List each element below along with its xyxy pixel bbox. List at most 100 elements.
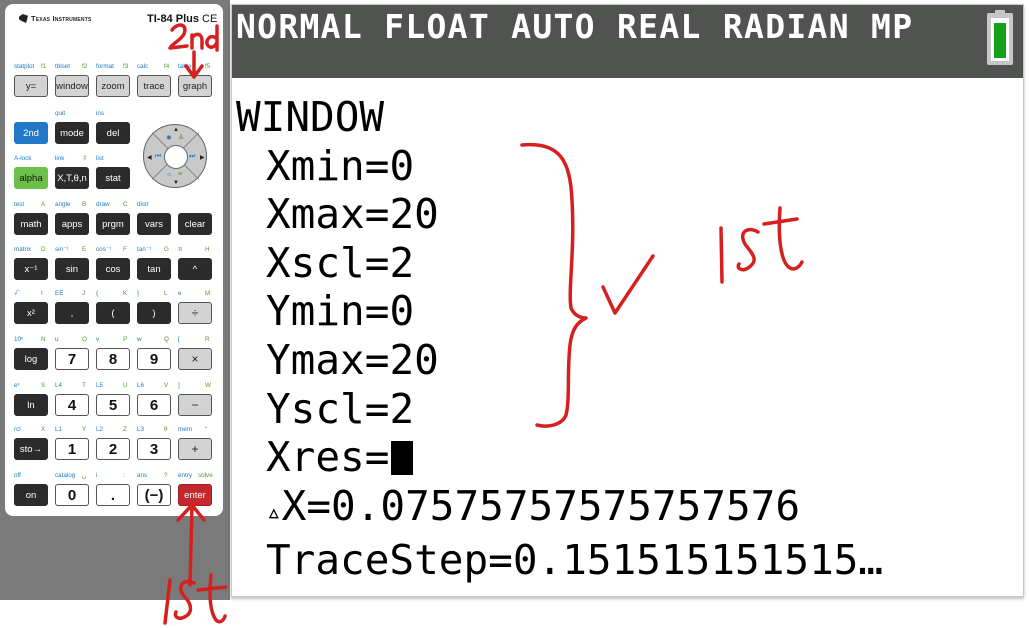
key-x[interactable]: x⁻¹ bbox=[14, 258, 48, 280]
dpad-right-icon[interactable]: ▶ bbox=[200, 154, 205, 161]
key-tan[interactable]: tan bbox=[137, 258, 171, 280]
key-4[interactable]: 4 bbox=[55, 394, 89, 416]
second-function-label: { bbox=[96, 290, 99, 297]
key-sym6-4[interactable]: × bbox=[178, 348, 212, 370]
key-5[interactable]: 5 bbox=[96, 394, 130, 416]
trace-step-value: 0.151515151515… bbox=[512, 536, 884, 585]
second-function-label: draw bbox=[96, 201, 110, 208]
dpad-down-icon[interactable]: ▼ bbox=[173, 180, 179, 186]
second-function-label: L6 bbox=[137, 382, 145, 389]
key-graph[interactable]: graph bbox=[178, 75, 212, 97]
key-sym5-3[interactable]: ) bbox=[137, 302, 171, 324]
key-zoom[interactable]: zoom bbox=[96, 75, 130, 97]
key-x[interactable]: x² bbox=[14, 302, 48, 324]
alpha-function-label: G bbox=[164, 246, 169, 253]
setting-value[interactable]: 0 bbox=[389, 287, 414, 335]
brand: Texas Instruments bbox=[19, 14, 92, 23]
setting-name: Ymax bbox=[266, 335, 365, 384]
key-sym8-4[interactable]: + bbox=[178, 438, 212, 460]
key-prgm[interactable]: prgm bbox=[96, 213, 130, 235]
alpha-function-label: V bbox=[164, 382, 169, 389]
setting-row-xscl[interactable]: Xscl=2 bbox=[236, 239, 883, 288]
alpha-function-label: ␣ bbox=[82, 472, 86, 479]
second-function-label: L2 bbox=[96, 426, 104, 433]
key-on[interactable]: on bbox=[14, 484, 48, 506]
key-sym5-1[interactable]: , bbox=[55, 302, 89, 324]
key-mode[interactable]: mode bbox=[55, 122, 89, 144]
second-function-label: rcl bbox=[14, 426, 21, 433]
second-function-label: u bbox=[55, 336, 59, 343]
setting-row-xres[interactable]: Xres= bbox=[236, 433, 883, 482]
alpha-function-label: ? bbox=[164, 472, 168, 479]
key-vars[interactable]: vars bbox=[137, 213, 171, 235]
dpad-up-icon[interactable]: ▲ bbox=[173, 127, 179, 133]
delta-icon: ▵ bbox=[266, 496, 282, 527]
second-function-label: ] bbox=[178, 382, 180, 389]
key-alpha[interactable]: alpha bbox=[14, 167, 48, 189]
setting-row-xmax[interactable]: Xmax=20 bbox=[236, 190, 883, 239]
setting-value[interactable]: 2 bbox=[389, 239, 414, 287]
setting-value[interactable]: 20 bbox=[389, 336, 438, 384]
alpha-function-label: U bbox=[123, 382, 128, 389]
alpha-function-label: X bbox=[41, 426, 46, 433]
second-function-label: sin⁻¹ bbox=[55, 246, 69, 253]
key-1[interactable]: 1 bbox=[55, 438, 89, 460]
setting-row-xmin[interactable]: Xmin=0 bbox=[236, 142, 883, 191]
delta-x-label: X= bbox=[281, 481, 332, 530]
key-trace[interactable]: trace bbox=[137, 75, 171, 97]
setting-row-yscl[interactable]: Yscl=2 bbox=[236, 385, 883, 434]
key-apps[interactable]: apps bbox=[55, 213, 89, 235]
key-stat[interactable]: stat bbox=[96, 167, 130, 189]
key-2nd[interactable]: 2nd bbox=[14, 122, 48, 144]
key-log[interactable]: log bbox=[14, 348, 48, 370]
key-0[interactable]: 0 bbox=[55, 484, 89, 506]
second-function-label: catalog bbox=[55, 472, 76, 479]
key-sym5-2[interactable]: ( bbox=[96, 302, 130, 324]
key-7[interactable]: 7 bbox=[55, 348, 89, 370]
key-y[interactable]: y= bbox=[14, 75, 48, 97]
brand-name: Texas Instruments bbox=[31, 14, 92, 23]
second-function-label: L5 bbox=[96, 382, 104, 389]
key-del[interactable]: del bbox=[96, 122, 130, 144]
key-6[interactable]: 6 bbox=[137, 394, 171, 416]
dpad-left-icon[interactable]: ◀ bbox=[147, 154, 152, 161]
setting-row-ymin[interactable]: Ymin=0 bbox=[236, 287, 883, 336]
key-clear[interactable]: clear bbox=[178, 213, 212, 235]
key-8[interactable]: 8 bbox=[96, 348, 130, 370]
second-function-label: matrix bbox=[14, 246, 32, 253]
dpad[interactable]: ▲ ▼ ◀ ▶ ✹ ≜ ☼ ≡ ⏮ ⏭ bbox=[143, 124, 207, 188]
key-window[interactable]: window bbox=[55, 75, 89, 97]
alpha-function-label: J bbox=[82, 290, 86, 297]
setting-value[interactable]: 2 bbox=[389, 385, 414, 433]
alpha-function-label: f5 bbox=[205, 63, 211, 70]
alpha-function-label: N bbox=[41, 336, 46, 343]
setting-value[interactable]: 0 bbox=[389, 142, 414, 190]
key-XTn[interactable]: X,T,θ,n bbox=[55, 167, 89, 189]
key-sym7-4[interactable]: − bbox=[178, 394, 212, 416]
second-function-label: quit bbox=[55, 110, 66, 117]
alpha-function-label: f3 bbox=[123, 63, 129, 70]
scroll-down-icon: ≡ bbox=[178, 171, 183, 178]
key-3[interactable]: 3 bbox=[137, 438, 171, 460]
key-ln[interactable]: ln bbox=[14, 394, 48, 416]
key-sto[interactable]: sto→ bbox=[14, 438, 48, 460]
setting-value[interactable]: 20 bbox=[389, 190, 438, 238]
alpha-function-label: I bbox=[41, 290, 43, 297]
alpha-function-label: “ bbox=[205, 426, 208, 433]
second-function-label: test bbox=[14, 201, 25, 208]
key-sym9-2[interactable]: . bbox=[96, 484, 130, 506]
key-sin[interactable]: sin bbox=[55, 258, 89, 280]
key-sym5-4[interactable]: ÷ bbox=[178, 302, 212, 324]
second-function-label: distr bbox=[137, 201, 149, 208]
key-2[interactable]: 2 bbox=[96, 438, 130, 460]
key-sym9-3[interactable]: (−) bbox=[137, 484, 171, 506]
key-enter[interactable]: enter bbox=[178, 484, 212, 506]
key-9[interactable]: 9 bbox=[137, 348, 171, 370]
second-function-label: 10ˣ bbox=[14, 336, 24, 343]
key-sym4-4[interactable]: ^ bbox=[178, 258, 212, 280]
key-cos[interactable]: cos bbox=[96, 258, 130, 280]
status-bar: NORMAL FLOAT AUTO REAL RADIAN MP bbox=[232, 5, 1023, 78]
key-math[interactable]: math bbox=[14, 213, 48, 235]
setting-row-ymax[interactable]: Ymax=20 bbox=[236, 336, 883, 385]
second-function-label: entry bbox=[178, 472, 192, 479]
